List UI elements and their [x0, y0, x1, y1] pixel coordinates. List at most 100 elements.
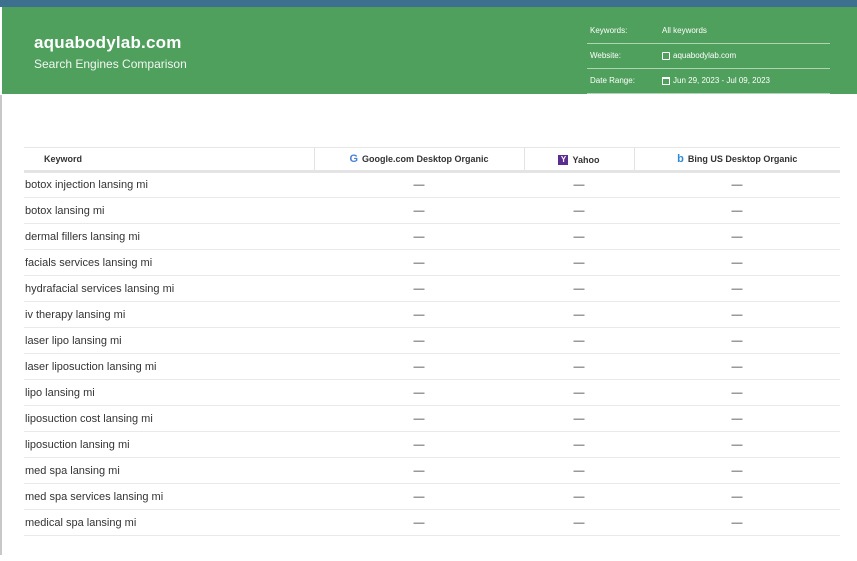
bing-position-value: — [731, 256, 743, 269]
table-row: lipo lansing mi — — — [24, 379, 840, 406]
google-icon: G [349, 153, 359, 165]
google-position-cell: — [314, 509, 524, 536]
bing-position-value: — [731, 464, 743, 477]
yahoo-position-value: — [573, 412, 585, 425]
google-position-cell: — [314, 171, 524, 198]
keyword-cell: dermal fillers lansing mi [24, 223, 314, 250]
meta-date-range-label: Date Range: [590, 76, 635, 85]
table-row: botox lansing mi — — — [24, 197, 840, 224]
google-position-value: — [413, 230, 425, 243]
calendar-icon [662, 76, 670, 85]
google-position-cell: — [314, 275, 524, 302]
keyword-cell: medical spa lansing mi [24, 509, 314, 536]
google-position-value: — [413, 412, 425, 425]
keyword-cell: lipo lansing mi [24, 379, 314, 406]
keyword-cell: botox injection lansing mi [24, 171, 314, 198]
meta-website-value: aquabodylab.com [673, 51, 737, 60]
google-position-cell: — [314, 457, 524, 484]
table-header-row: Keyword G Google.com Desktop Organic Y Y… [24, 147, 840, 173]
yahoo-position-cell: — [524, 457, 634, 484]
bing-position-value: — [731, 334, 743, 347]
bing-position-value: — [731, 360, 743, 373]
yahoo-position-value: — [573, 464, 585, 477]
keyword-cell: liposuction lansing mi [24, 431, 314, 458]
table-row: liposuction lansing mi — — — [24, 431, 840, 458]
meta-keywords: Keywords: All keywords [587, 19, 830, 44]
bing-position-cell: — [634, 223, 840, 250]
bing-position-cell: — [634, 301, 840, 328]
column-header-bing[interactable]: b Bing US Desktop Organic [633, 147, 840, 173]
report-meta: Keywords: All keywords Website: aquabody… [587, 19, 830, 94]
keyword-cell: liposuction cost lansing mi [24, 405, 314, 432]
meta-website: Website: aquabodylab.com [587, 44, 830, 69]
keyword-cell: med spa services lansing mi [24, 483, 314, 510]
yahoo-position-value: — [573, 204, 585, 217]
yahoo-position-cell: — [524, 171, 634, 198]
table-row: facials services lansing mi — — — [24, 249, 840, 276]
google-position-value: — [413, 438, 425, 451]
google-position-cell: — [314, 379, 524, 406]
column-header-google[interactable]: G Google.com Desktop Organic [313, 147, 524, 173]
yahoo-position-value: — [573, 179, 585, 191]
keyword-cell: facials services lansing mi [24, 249, 314, 276]
meta-website-label: Website: [590, 51, 621, 60]
table-row: hydrafacial services lansing mi — — — [24, 275, 840, 302]
keyword-cell: laser liposuction lansing mi [24, 353, 314, 380]
meta-keywords-label: Keywords: [590, 26, 628, 35]
bing-position-cell: — [634, 353, 840, 380]
bing-position-cell: — [634, 509, 840, 536]
table-row: iv therapy lansing mi — — — [24, 301, 840, 328]
table-row: medical spa lansing mi — — — [24, 509, 840, 536]
yahoo-position-value: — [573, 308, 585, 321]
google-position-value: — [413, 256, 425, 269]
keyword-cell: botox lansing mi [24, 197, 314, 224]
bing-icon: b [677, 153, 684, 165]
bing-position-value: — [731, 179, 743, 191]
bing-position-cell: — [634, 327, 840, 354]
google-position-cell: — [314, 405, 524, 432]
column-header-keyword[interactable]: Keyword [24, 147, 314, 173]
yahoo-position-cell: — [524, 275, 634, 302]
bing-position-cell: — [634, 379, 840, 406]
google-position-value: — [413, 282, 425, 295]
column-header-yahoo[interactable]: Y Yahoo [523, 147, 634, 173]
bing-position-cell: — [634, 457, 840, 484]
table-row: liposuction cost lansing mi — — — [24, 405, 840, 432]
google-position-value: — [413, 360, 425, 373]
table-row: botox injection lansing mi — — — [24, 171, 840, 198]
table-row: med spa services lansing mi — — — [24, 483, 840, 510]
yahoo-position-value: — [573, 334, 585, 347]
bing-position-cell: — [634, 483, 840, 510]
table-row: laser lipo lansing mi — — — [24, 327, 840, 354]
bing-position-cell: — [634, 249, 840, 276]
yahoo-position-cell: — [524, 197, 634, 224]
yahoo-position-value: — [573, 230, 585, 243]
yahoo-position-cell: — [524, 483, 634, 510]
table-row: laser liposuction lansing mi — — — [24, 353, 840, 380]
keyword-cell: med spa lansing mi [24, 457, 314, 484]
bing-position-value: — [731, 438, 743, 451]
yahoo-icon: Y [558, 154, 569, 165]
google-position-cell: — [314, 301, 524, 328]
google-position-cell: — [314, 353, 524, 380]
bing-position-cell: — [634, 171, 840, 198]
yahoo-position-cell: — [524, 379, 634, 406]
yahoo-position-cell: — [524, 223, 634, 250]
yahoo-position-value: — [573, 438, 585, 451]
google-position-value: — [413, 204, 425, 217]
table-row: dermal fillers lansing mi — — — [24, 223, 840, 250]
bing-position-value: — [731, 282, 743, 295]
report-subtitle: Search Engines Comparison [34, 57, 187, 71]
google-position-cell: — [314, 327, 524, 354]
google-position-cell: — [314, 431, 524, 458]
yahoo-position-cell: — [524, 509, 634, 536]
keyword-cell: hydrafacial services lansing mi [24, 275, 314, 302]
report-header: aquabodylab.com Search Engines Compariso… [2, 7, 857, 94]
top-accent-bar [0, 0, 857, 7]
left-border [0, 95, 2, 555]
yahoo-position-value: — [573, 490, 585, 503]
bing-position-value: — [731, 308, 743, 321]
bing-position-value: — [731, 490, 743, 503]
keyword-cell: iv therapy lansing mi [24, 301, 314, 328]
yahoo-position-cell: — [524, 301, 634, 328]
